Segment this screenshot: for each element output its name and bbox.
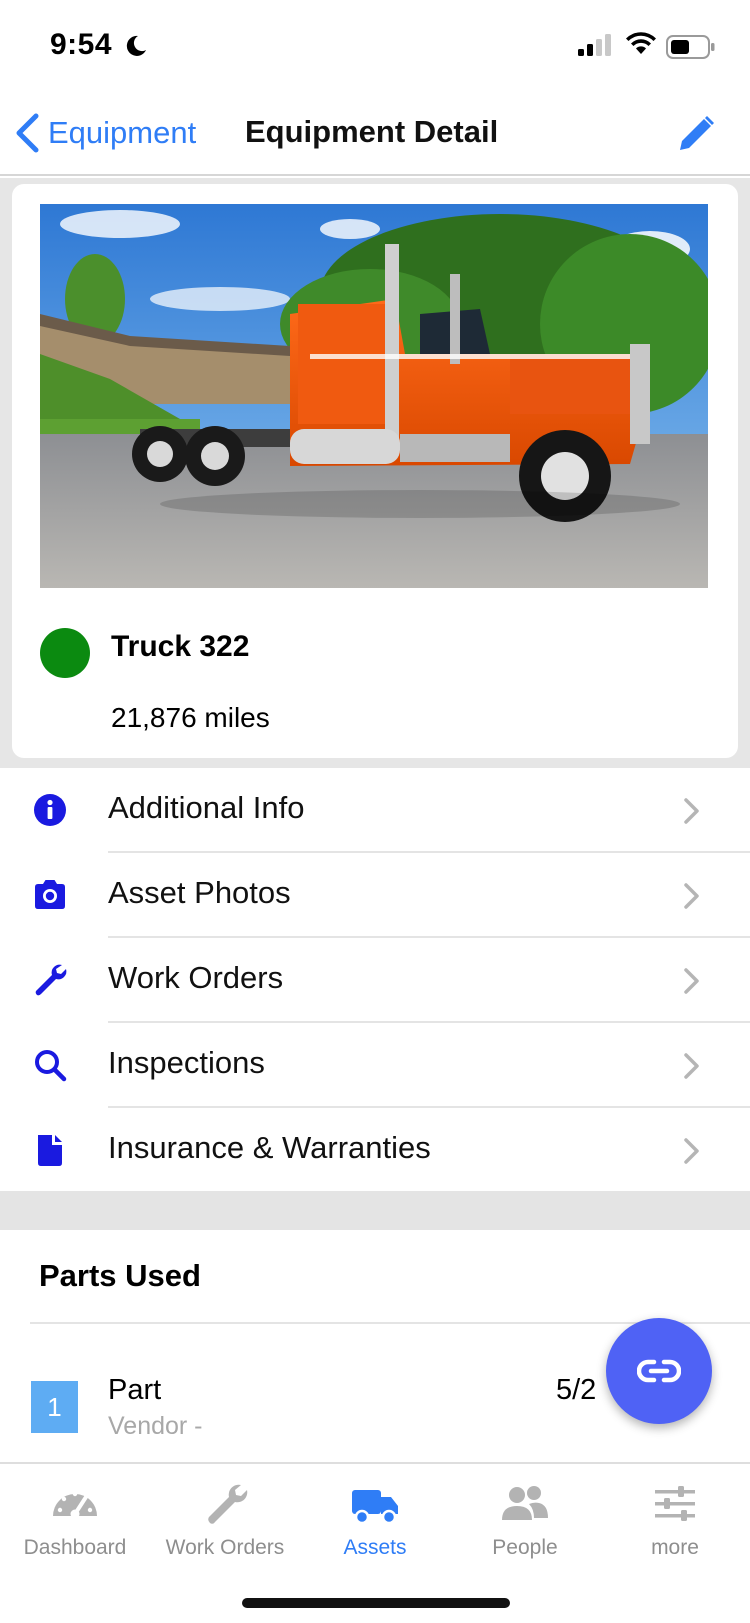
part-date: 5/2 [556,1374,597,1406]
chevron-left-icon [16,113,39,153]
chevron-right-icon [684,968,699,994]
link-icon [637,1359,681,1383]
asset-name: Truck 322 [111,630,250,663]
chevron-right-icon [684,1138,699,1164]
info-icon [34,794,66,826]
tab-bar: Dashboard Work Orders Assets People more [0,1462,750,1623]
battery-icon [666,35,715,59]
back-button-label: Equipment [48,115,197,150]
menu-item-work-orders[interactable]: Work Orders [0,938,750,1023]
search-icon [35,1050,67,1082]
status-bar: 9:54 [0,0,750,90]
wrench-icon [35,964,67,996]
menu-item-additional-info[interactable]: Additional Info [0,768,750,853]
chevron-right-icon [684,883,699,909]
edit-pencil-icon[interactable] [676,112,718,154]
section-title: Parts Used [39,1258,201,1293]
tab-label: Assets [343,1536,407,1559]
tab-assets[interactable]: Assets [300,1482,450,1582]
tab-label: more [651,1536,699,1559]
tab-label: Dashboard [23,1536,127,1559]
part-name: Part [108,1374,162,1406]
menu-item-label: Additional Info [108,790,305,825]
tab-more[interactable]: more [600,1482,750,1582]
truck-icon [352,1490,398,1525]
asset-mileage: 21,876 miles [111,702,270,733]
menu-item-label: Asset Photos [108,875,291,910]
part-vendor: Vendor - [108,1412,203,1440]
wifi-icon [626,32,656,54]
wrench-icon [208,1484,248,1524]
page-title: Equipment Detail [245,114,499,149]
tab-label: Work Orders [165,1536,285,1559]
part-quantity-badge: 1 [31,1381,78,1433]
asset-card: Truck 322 21,876 miles [12,184,738,758]
tab-work-orders[interactable]: Work Orders [150,1482,300,1582]
home-indicator [242,1598,510,1608]
asset-card-container: Truck 322 21,876 miles [0,178,750,768]
navigation-bar: Equipment Equipment Detail [0,100,750,176]
section-separator [0,1192,750,1230]
link-action-button[interactable] [606,1318,712,1424]
menu-item-inspections[interactable]: Inspections [0,1023,750,1108]
sliders-icon [655,1486,695,1521]
cellular-signal-icon [578,34,611,56]
tab-people[interactable]: People [450,1482,600,1582]
asset-photo[interactable] [40,204,708,588]
menu-item-label: Work Orders [108,960,284,995]
tab-dashboard[interactable]: Dashboard [0,1482,150,1582]
menu-item-label: Inspections [108,1045,265,1080]
menu-item-label: Insurance & Warranties [108,1130,431,1165]
camera-icon [35,880,65,909]
menu-item-insurance-warranties[interactable]: Insurance & Warranties [0,1108,750,1193]
menu-item-asset-photos[interactable]: Asset Photos [0,853,750,938]
asset-menu-list: Additional Info Asset Photos Work Orders [0,768,750,1193]
tab-label: People [492,1536,558,1559]
people-icon [502,1486,548,1520]
document-icon [38,1135,62,1166]
back-button[interactable]: Equipment [14,108,196,158]
chevron-right-icon [684,798,699,824]
status-time: 9:54 [50,28,113,61]
speedometer-icon [53,1491,97,1519]
asset-status-indicator [40,628,90,678]
chevron-right-icon [684,1053,699,1079]
moon-icon [126,35,146,56]
